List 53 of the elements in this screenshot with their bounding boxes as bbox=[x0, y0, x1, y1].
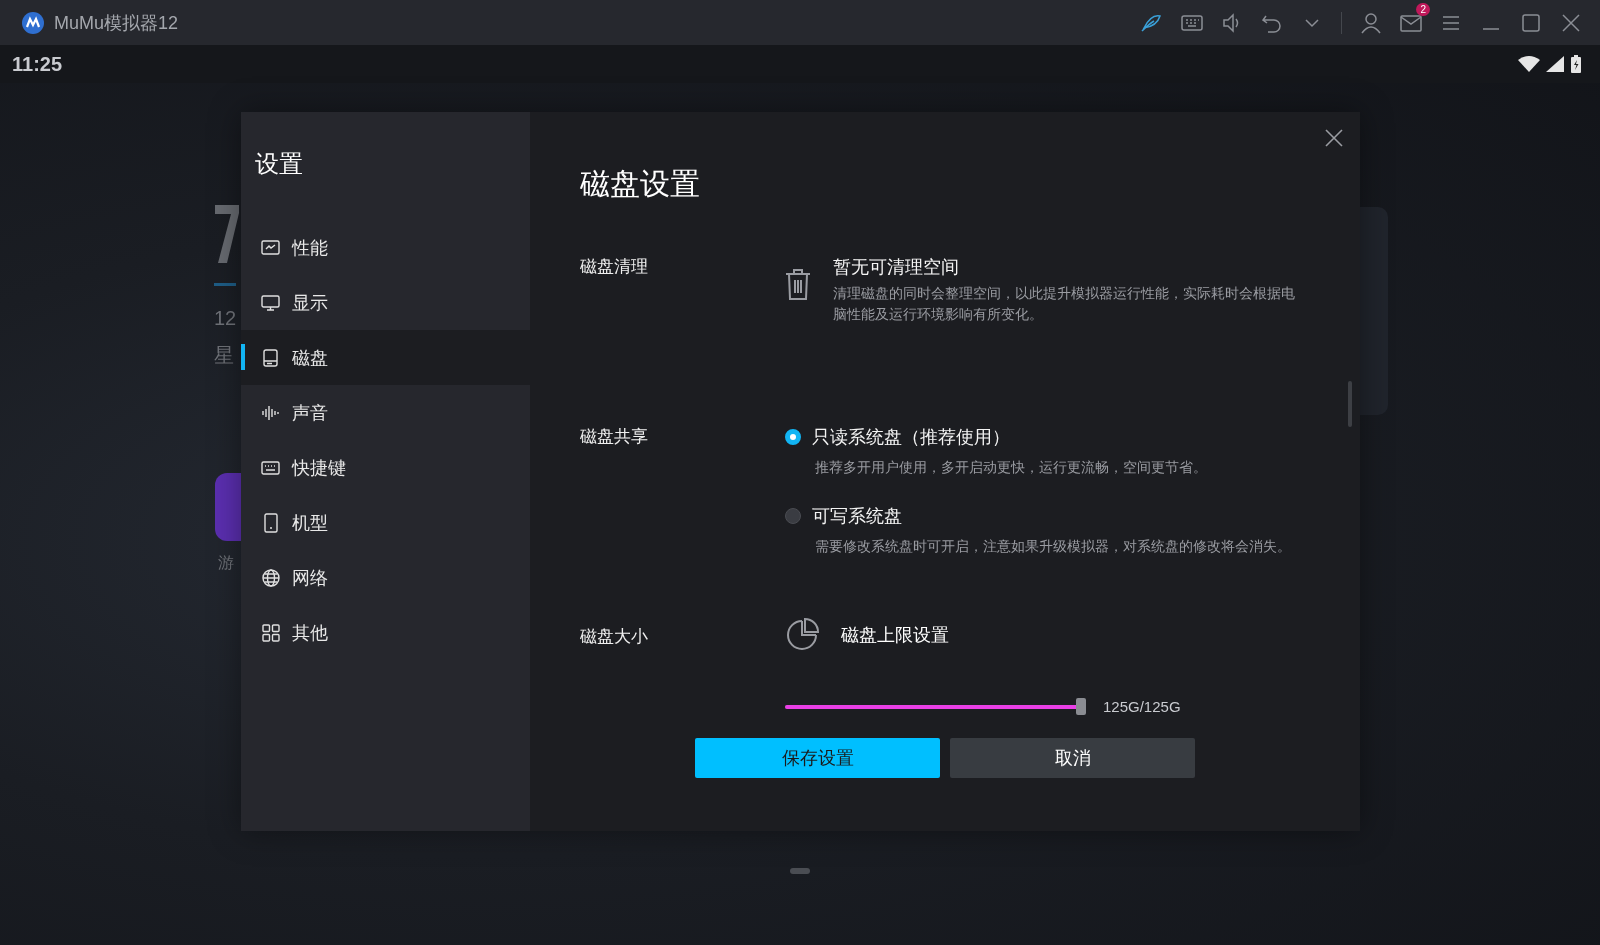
home-date: 12 bbox=[214, 307, 237, 330]
selection-indicator bbox=[241, 344, 245, 370]
sidebar-item[interactable]: 网络 bbox=[241, 550, 530, 605]
section-label: 磁盘共享 bbox=[580, 426, 649, 448]
radio-button[interactable] bbox=[785, 508, 801, 524]
cancel-button[interactable]: 取消 bbox=[950, 738, 1195, 778]
close-icon[interactable] bbox=[1325, 129, 1343, 147]
radio-button[interactable] bbox=[785, 429, 801, 445]
chart-icon bbox=[261, 237, 281, 258]
maximize-icon[interactable] bbox=[1520, 11, 1542, 34]
option-label[interactable]: 只读系统盘（推荐使用） bbox=[812, 425, 1010, 449]
app-label: 游 bbox=[218, 553, 234, 573]
clock-digit-fragment bbox=[215, 205, 239, 263]
home-weekday: 星 bbox=[214, 343, 234, 368]
close-icon[interactable] bbox=[1560, 11, 1582, 34]
status-time: 11:25 bbox=[12, 52, 63, 76]
cleanup-description: 清理磁盘的同时会整理空间，以此提升模拟器运行性能，实际耗时会根据电脑性能及运行环境影响有所变化。 bbox=[833, 284, 1295, 324]
sidebar-title: 设置 bbox=[254, 149, 304, 179]
trash-icon[interactable] bbox=[785, 268, 811, 300]
option-label[interactable]: 可写系统盘 bbox=[812, 504, 902, 528]
cleanup-status: 暂无可清理空间 bbox=[833, 256, 960, 279]
battery-icon bbox=[1570, 55, 1582, 73]
notification-badge: 2 bbox=[1416, 2, 1430, 16]
slider-thumb[interactable] bbox=[1076, 698, 1086, 715]
page-title: 磁盘设置 bbox=[580, 166, 701, 202]
sidebar-item[interactable]: 快捷键 bbox=[241, 440, 530, 495]
wifi-icon bbox=[1518, 56, 1540, 72]
option-description: 推荐多开用户使用，多开启动更快，运行更流畅，空间更节省。 bbox=[815, 458, 1208, 477]
save-button[interactable]: 保存设置 bbox=[695, 738, 940, 778]
app-logo-icon bbox=[22, 11, 44, 34]
sidebar-item[interactable]: 显示 bbox=[241, 275, 530, 330]
sidebar-item[interactable]: 磁盘 bbox=[241, 330, 530, 385]
grid-icon bbox=[261, 622, 281, 643]
signal-icon bbox=[1546, 56, 1564, 72]
sidebar-item[interactable]: 其他 bbox=[241, 605, 530, 660]
size-slider[interactable] bbox=[785, 698, 1085, 715]
sidebar-item[interactable]: 性能 bbox=[241, 220, 530, 275]
monitor-icon bbox=[261, 292, 281, 313]
option-description: 需要修改系统盘时可开启，注意如果升级模拟器，对系统盘的修改将会消失。 bbox=[815, 537, 1291, 556]
sidebar-item[interactable]: 声音 bbox=[241, 385, 530, 440]
pie-chart-icon bbox=[785, 618, 819, 652]
size-limit-label: 磁盘上限设置 bbox=[841, 624, 949, 647]
section-label: 磁盘大小 bbox=[580, 626, 649, 648]
phone-icon bbox=[261, 512, 281, 533]
globe-icon bbox=[261, 567, 281, 588]
user-icon[interactable] bbox=[1360, 11, 1382, 34]
app-title: MuMu模拟器12 bbox=[54, 11, 179, 35]
clock-underline bbox=[214, 283, 236, 286]
scrollbar[interactable] bbox=[1348, 381, 1352, 427]
sidebar-item[interactable]: 机型 bbox=[241, 495, 530, 550]
section-label: 磁盘清理 bbox=[580, 256, 649, 278]
drive-icon bbox=[261, 347, 281, 368]
size-reading: 125G/125G bbox=[1103, 698, 1181, 715]
